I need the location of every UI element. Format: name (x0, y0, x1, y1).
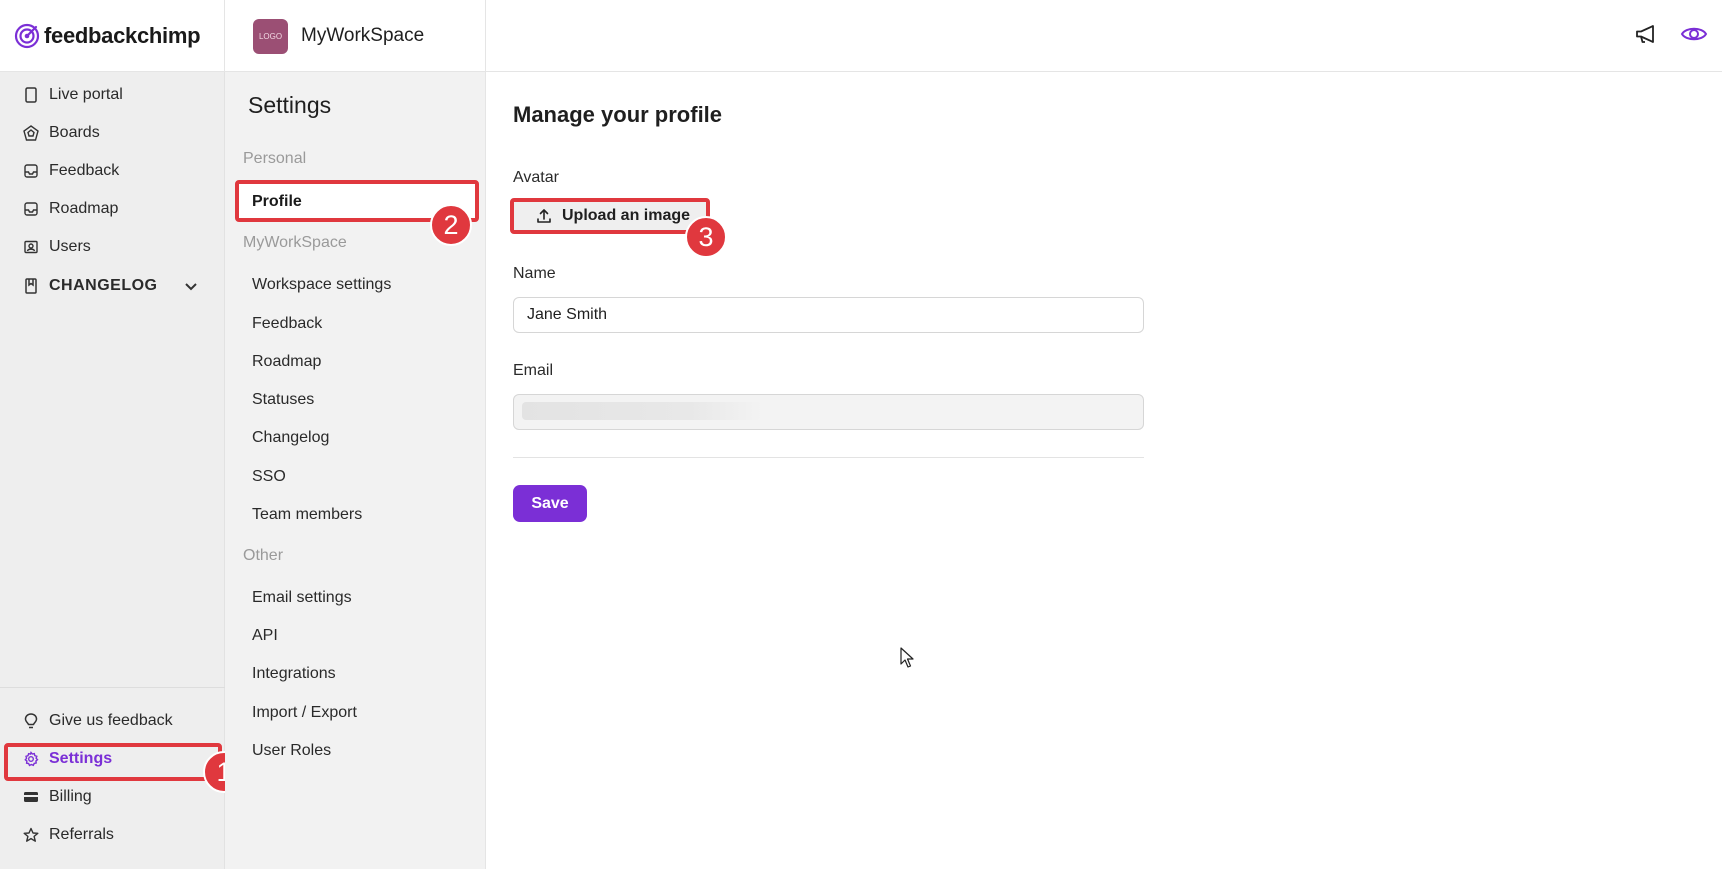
sidebar-item-label: CHANGELOG (49, 277, 158, 294)
upload-image-label: Upload an image (562, 207, 691, 224)
mouse-cursor-icon (900, 647, 914, 668)
inbox-icon (22, 162, 40, 180)
upload-image-button[interactable]: Upload an image (510, 198, 710, 234)
page-title: Manage your profile (513, 102, 723, 127)
lightbulb-icon (22, 712, 40, 730)
form-divider (513, 457, 1144, 458)
callout-2: 2 (430, 204, 472, 246)
workspace-name: MyWorkSpace (301, 25, 425, 46)
settings-item-email-settings[interactable]: Email settings (252, 586, 352, 610)
sidebar-item-label: Users (49, 238, 91, 255)
highlight-settings (4, 743, 222, 781)
settings-item-user-roles[interactable]: User Roles (252, 739, 331, 763)
sidebar-item-live-portal[interactable]: Live portal (0, 77, 225, 113)
brand-name: feedbackchimp (44, 23, 201, 48)
avatar-label: Avatar (513, 169, 559, 186)
settings-item-team-members[interactable]: Team members (252, 503, 362, 527)
settings-item-profile[interactable]: Profile (252, 190, 302, 214)
email-redacted-value (522, 402, 762, 420)
save-button[interactable]: Save (513, 485, 587, 522)
device-icon (22, 86, 40, 104)
book-icon (22, 277, 40, 295)
callout-3: 3 (685, 216, 727, 258)
sidebar-item-boards[interactable]: Boards (0, 115, 225, 151)
eye-icon[interactable] (1680, 22, 1708, 46)
sidebar-item-feedback[interactable]: Feedback (0, 153, 225, 189)
sidebar-item-label: Roadmap (49, 200, 119, 217)
chevron-down-icon[interactable] (183, 278, 199, 294)
top-bar: feedbackchimp LOGO MyWorkSpace (0, 0, 1722, 72)
sidebar-item-label: Billing (49, 788, 92, 805)
settings-item-workspace-settings[interactable]: Workspace settings (252, 273, 391, 297)
settings-item-sso[interactable]: SSO (252, 465, 286, 489)
section-label-workspace: MyWorkSpace (243, 234, 347, 251)
settings-item-changelog[interactable]: Changelog (252, 426, 329, 450)
section-label-other: Other (243, 547, 284, 564)
workspace-avatar: LOGO (253, 18, 288, 54)
target-logo-icon (14, 23, 40, 49)
sidebar-item-label: Give us feedback (49, 712, 173, 729)
users-icon (22, 238, 40, 256)
card-icon (22, 788, 40, 806)
boards-icon (22, 124, 40, 142)
settings-item-roadmap[interactable]: Roadmap (252, 350, 321, 374)
sidebar-item-changelog[interactable]: CHANGELOG (0, 268, 225, 304)
sidebar-item-referrals[interactable]: Referrals (0, 817, 225, 853)
settings-item-statuses[interactable]: Statuses (252, 388, 314, 412)
settings-title: Settings (248, 92, 332, 118)
workspace-switcher[interactable]: LOGO MyWorkSpace (225, 0, 486, 72)
name-label: Name (513, 265, 556, 282)
sidebar-item-give-feedback[interactable]: Give us feedback (0, 703, 225, 739)
settings-item-feedback[interactable]: Feedback (252, 312, 322, 336)
name-input[interactable] (513, 297, 1144, 333)
megaphone-icon[interactable] (1634, 22, 1658, 46)
settings-item-import-export[interactable]: Import / Export (252, 701, 357, 725)
brand[interactable]: feedbackchimp (0, 0, 225, 72)
sidebar-item-billing[interactable]: Billing (0, 779, 225, 815)
settings-item-integrations[interactable]: Integrations (252, 662, 336, 686)
sidebar-item-label: Feedback (49, 162, 120, 179)
sidebar-item-label: Boards (49, 124, 100, 141)
upload-icon (536, 208, 552, 224)
sidebar-item-roadmap[interactable]: Roadmap (0, 191, 225, 227)
section-label-personal: Personal (243, 150, 307, 167)
sidebar-divider (0, 687, 225, 688)
sidebar-item-label: Live portal (49, 86, 123, 103)
sidebar-item-label: Referrals (49, 826, 114, 843)
settings-item-api[interactable]: API (252, 624, 278, 648)
sidebar-item-users[interactable]: Users (0, 229, 225, 265)
profile-panel: Manage your profile Avatar Upload an ima… (486, 72, 1722, 869)
email-label: Email (513, 362, 554, 379)
star-icon (22, 826, 40, 844)
settings-nav: Settings Personal Profile MyWorkSpace Wo… (225, 72, 486, 869)
roadmap-icon (22, 200, 40, 218)
